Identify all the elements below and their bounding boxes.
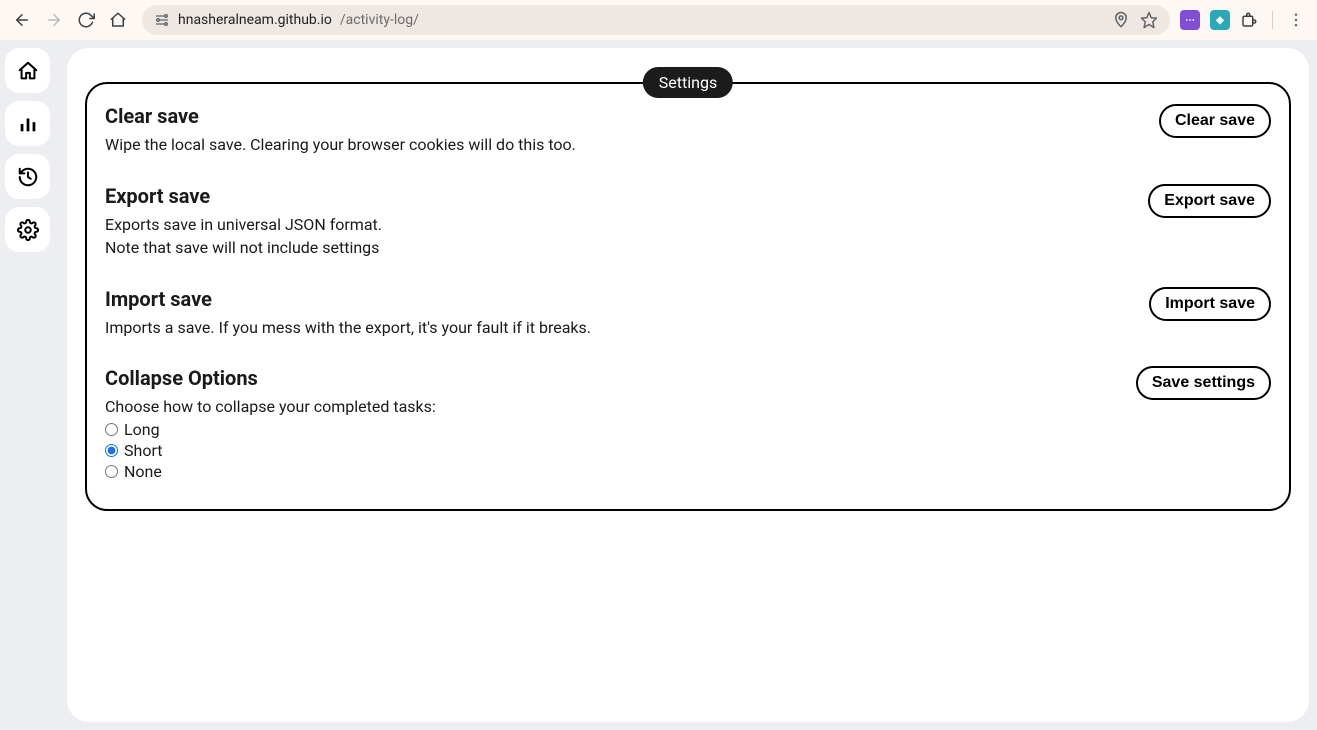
location-icon[interactable] <box>1112 11 1130 29</box>
settings-legend: Settings <box>643 67 733 98</box>
rail-stats[interactable] <box>5 101 50 146</box>
browser-toolbar: hnasheralneam.github.io/activity-log/ ⋯ … <box>0 0 1317 40</box>
rail-history[interactable] <box>5 154 50 199</box>
collapse-desc: Choose how to collapse your completed ta… <box>105 396 1120 418</box>
import-save-button[interactable]: Import save <box>1149 287 1271 321</box>
collapse-option-long[interactable]: Long <box>105 420 1120 439</box>
home-button[interactable] <box>104 6 132 34</box>
reload-icon <box>77 11 95 29</box>
page-body: Settings Clear save Wipe the local save.… <box>0 40 1317 730</box>
main-panel: Settings Clear save Wipe the local save.… <box>67 48 1309 722</box>
collapse-label-long: Long <box>124 420 160 439</box>
clear-save-button[interactable]: Clear save <box>1159 104 1271 138</box>
export-save-desc2: Note that save will not include settings <box>105 237 1132 259</box>
extension-purple-icon[interactable]: ⋯ <box>1180 10 1200 30</box>
import-save-title: Import save <box>105 287 1133 311</box>
clear-save-desc: Wipe the local save. Clearing your brows… <box>105 134 1143 156</box>
collapse-title: Collapse Options <box>105 366 1120 390</box>
collapse-radio-long[interactable] <box>105 423 118 436</box>
reload-button[interactable] <box>72 6 100 34</box>
arrow-right-icon <box>45 11 63 29</box>
collapse-label-short: Short <box>124 441 162 460</box>
settings-box: Settings Clear save Wipe the local save.… <box>85 82 1291 511</box>
home-icon <box>109 11 127 29</box>
collapse-option-short[interactable]: Short <box>105 441 1120 460</box>
house-icon <box>17 60 39 82</box>
side-rail <box>5 48 50 252</box>
address-bar[interactable]: hnasheralneam.github.io/activity-log/ <box>142 5 1170 35</box>
collapse-radio-short[interactable] <box>105 444 118 457</box>
collapse-option-none[interactable]: None <box>105 462 1120 481</box>
extension-teal-icon[interactable]: ◆ <box>1210 10 1230 30</box>
row-export-save: Export save Exports save in universal JS… <box>105 184 1271 261</box>
row-import-save: Import save Imports a save. If you mess … <box>105 287 1271 341</box>
bar-chart-icon <box>17 113 39 135</box>
export-save-button[interactable]: Export save <box>1148 184 1271 218</box>
extensions-icon[interactable] <box>1240 11 1258 29</box>
site-settings-icon <box>154 12 170 28</box>
rail-settings[interactable] <box>5 207 50 252</box>
toolbar-divider <box>1272 11 1273 29</box>
arrow-left-icon <box>13 11 31 29</box>
collapse-radio-none[interactable] <box>105 465 118 478</box>
address-bar-right <box>1112 11 1158 29</box>
gear-icon <box>17 219 39 241</box>
row-collapse-options: Collapse Options Choose how to collapse … <box>105 366 1271 481</box>
collapse-label-none: None <box>124 462 162 481</box>
row-clear-save: Clear save Wipe the local save. Clearing… <box>105 104 1271 158</box>
history-icon <box>17 166 39 188</box>
clear-save-title: Clear save <box>105 104 1143 128</box>
url-path: /activity-log/ <box>340 12 419 28</box>
extensions-area: ⋯ ◆ <box>1180 10 1309 30</box>
back-button[interactable] <box>8 6 36 34</box>
save-settings-button[interactable]: Save settings <box>1136 366 1271 400</box>
url-host: hnasheralneam.github.io <box>178 12 332 28</box>
rail-home[interactable] <box>5 48 50 93</box>
export-save-title: Export save <box>105 184 1132 208</box>
import-save-desc: Imports a save. If you mess with the exp… <box>105 317 1133 339</box>
forward-button[interactable] <box>40 6 68 34</box>
bookmark-star-icon[interactable] <box>1140 11 1158 29</box>
kebab-menu-icon[interactable] <box>1287 11 1305 29</box>
export-save-desc1: Exports save in universal JSON format. <box>105 214 1132 236</box>
